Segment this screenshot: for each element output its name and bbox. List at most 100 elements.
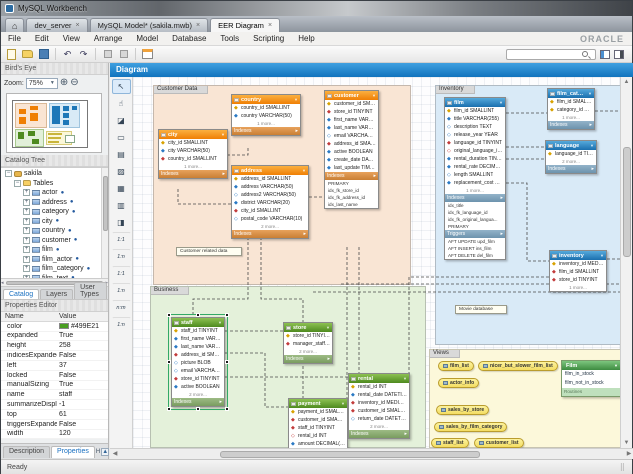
column-row[interactable]: ◇description TEXT xyxy=(445,123,505,131)
more-columns-label[interactable]: 2 more... xyxy=(546,158,596,165)
section-indexes[interactable]: Indexes▸ xyxy=(445,194,505,202)
diagram-panel-header[interactable]: Diagram xyxy=(110,63,633,77)
more-columns-label[interactable]: 1 more... xyxy=(232,120,300,127)
tree-expander-icon[interactable]: + xyxy=(23,265,30,272)
routine-group-header[interactable]: Film▼ xyxy=(562,361,620,370)
toolbar-new-diagram-icon[interactable] xyxy=(141,48,154,61)
tree-expander-icon[interactable]: + xyxy=(23,208,30,215)
toggle-left-sidebar-icon[interactable] xyxy=(600,50,610,59)
column-row[interactable]: ◆language_id TINYINT xyxy=(546,150,596,158)
column-row[interactable]: ◆last_name VARCHAR(45) xyxy=(172,343,224,351)
column-row[interactable]: ◆country_id SMALLINT xyxy=(159,155,227,163)
selection-handle[interactable] xyxy=(225,360,229,364)
toolbar-save-model-icon[interactable] xyxy=(37,48,50,61)
more-columns-label[interactable]: 1 more... xyxy=(445,187,505,194)
rel-1-1-nonidentifying-tool[interactable]: 1:1 xyxy=(112,232,131,247)
eraser-tool[interactable]: ◪ xyxy=(112,113,131,128)
routine-item[interactable]: film_not_in_stock xyxy=(562,379,620,388)
column-row[interactable]: ◆payment_id SMALLINT xyxy=(289,408,347,416)
section-item[interactable]: idx_fk_original_langua... xyxy=(445,216,505,223)
selection-handle[interactable] xyxy=(225,407,229,411)
toolbar-open-model-icon[interactable] xyxy=(21,48,34,61)
table-header[interactable]: address▼ xyxy=(232,166,308,175)
table-header[interactable]: rental▼ xyxy=(349,374,409,383)
column-row[interactable]: ◆rental_date DATETIME xyxy=(349,391,409,399)
column-row[interactable]: ◆staff_id TINYINT xyxy=(289,424,347,432)
diagram-canvas[interactable]: Customer DataInventoryBusinessViewscount… xyxy=(133,77,622,448)
tree-expander-icon[interactable]: + xyxy=(23,218,30,225)
property-row-width[interactable]: width120 xyxy=(1,430,108,440)
table-header[interactable]: store▼ xyxy=(284,323,332,332)
tree-item-city[interactable]: +city● xyxy=(3,217,108,227)
section-triggers[interactable]: Triggers▸ xyxy=(445,230,505,238)
sidebar-tab-layers[interactable]: Layers xyxy=(40,289,73,299)
column-row[interactable]: ◆language_id TINYINT xyxy=(445,139,505,147)
view-customer_list[interactable]: customer_list xyxy=(474,438,524,448)
view-film_list[interactable]: film_list xyxy=(438,361,474,371)
sidebar-tab-catalog[interactable]: Catalog xyxy=(3,289,39,299)
section-indexes[interactable]: Indexes▸ xyxy=(172,398,224,406)
column-row[interactable]: ◆district VARCHAR(20) xyxy=(232,199,308,207)
expand-icon[interactable]: ▼ xyxy=(302,168,306,173)
column-row[interactable]: ◆active BOOLEAN xyxy=(172,383,224,391)
column-row[interactable]: ◇release_year YEAR xyxy=(445,131,505,139)
section-indexes[interactable]: Indexes▸ xyxy=(548,121,594,129)
property-row-triggersExpanded[interactable]: triggersExpandedFalse xyxy=(1,420,108,430)
view-staff_list[interactable]: staff_list xyxy=(431,438,469,448)
tree-item-customer[interactable]: +customer● xyxy=(3,236,108,246)
column-row[interactable]: ◆inventory_id MEDIUMINT xyxy=(349,399,409,407)
toolbar-new-model-icon[interactable] xyxy=(5,48,18,61)
document-tab[interactable]: EER Diagram× xyxy=(210,18,280,32)
view-sales_by_film_category[interactable]: sales_by_film_category xyxy=(434,422,507,432)
column-row[interactable]: ◇picture BLOB xyxy=(172,359,224,367)
section-item[interactable]: PRIMARY xyxy=(445,223,505,230)
zoom-out-icon[interactable]: ⊖ xyxy=(70,78,78,88)
rel-n-m-identifying-tool[interactable]: n:m xyxy=(112,300,131,315)
canvas-hscrollbar[interactable]: ◀ ▶ xyxy=(110,448,633,459)
column-row[interactable]: ◆last_update TIMESTAMP xyxy=(325,164,378,172)
selection-handle[interactable] xyxy=(167,313,171,317)
toggle-right-sidebar-icon[interactable] xyxy=(614,50,624,59)
column-row[interactable]: ◇rental_id INT xyxy=(289,432,347,440)
more-columns-label[interactable]: 2 more... xyxy=(172,391,224,398)
column-row[interactable]: ◆first_name VARCHAR(45) xyxy=(325,116,378,124)
table-header[interactable]: staff▼ xyxy=(172,318,224,327)
canvas-vscrollbar[interactable]: ▲ ▼ xyxy=(620,77,632,448)
minimap-viewport-rect[interactable] xyxy=(12,100,88,148)
tree-expander-icon[interactable]: + xyxy=(23,275,30,279)
select-tool[interactable]: ↖ xyxy=(112,79,131,94)
column-row[interactable]: ◇return_date DATETIME xyxy=(349,415,409,423)
column-row[interactable]: ◇address2 VARCHAR(50) xyxy=(232,191,308,199)
layer-tool[interactable]: ▭ xyxy=(112,130,131,145)
column-row[interactable]: ◆city_id SMALLINT xyxy=(232,207,308,215)
toolbar-shrink-icon[interactable] xyxy=(101,48,114,61)
expand-icon[interactable]: ▼ xyxy=(221,132,225,137)
section-item[interactable]: idx_fk_address_id xyxy=(325,194,378,201)
column-row[interactable]: ◆store_id TINYINT xyxy=(325,108,378,116)
routine-group-film[interactable]: Film▼film_in_stockfilm_not_in_stockRouti… xyxy=(561,360,621,397)
view-nicer_but_slower_film_list[interactable]: nicer_but_slower_film_list xyxy=(478,361,558,371)
more-columns-label[interactable]: 1 more... xyxy=(550,284,606,291)
table-header[interactable]: film_category▼ xyxy=(548,89,594,98)
column-row[interactable]: ◆film_id SMALLINT xyxy=(548,98,594,106)
column-row[interactable]: ◆active BOOLEAN xyxy=(325,148,378,156)
column-row[interactable]: ◆film_id SMALLINT xyxy=(550,268,606,276)
tree-item-sakila[interactable]: −sakila xyxy=(3,169,108,179)
section-indexes[interactable]: Indexes▸ xyxy=(284,355,332,363)
collapse-up-icon[interactable]: ▲ xyxy=(101,448,109,456)
tab-close-icon[interactable]: × xyxy=(268,22,272,29)
tab-close-icon[interactable]: × xyxy=(76,22,80,29)
more-columns-label[interactable]: 1 more... xyxy=(548,114,594,121)
menu-item-tools[interactable]: Tools xyxy=(213,34,246,43)
note-tool[interactable]: ▤ xyxy=(112,147,131,162)
column-row[interactable]: ◆address VARCHAR(50) xyxy=(232,183,308,191)
menu-item-scripting[interactable]: Scripting xyxy=(246,34,291,43)
column-row[interactable]: ◆country VARCHAR(50) xyxy=(232,112,300,120)
bottom-tab-description[interactable]: Description xyxy=(3,446,50,458)
scroll-up-icon[interactable]: ▲ xyxy=(621,77,632,87)
property-row-indicesExpanded[interactable]: indicesExpandedFalse xyxy=(1,351,108,361)
rel-1-n-identifying-tool[interactable]: 1:n xyxy=(112,283,131,298)
property-row-manualSizing[interactable]: manualSizingTrue xyxy=(1,381,108,391)
view-actor_info[interactable]: actor_info xyxy=(438,378,479,388)
search-input[interactable] xyxy=(507,50,581,59)
